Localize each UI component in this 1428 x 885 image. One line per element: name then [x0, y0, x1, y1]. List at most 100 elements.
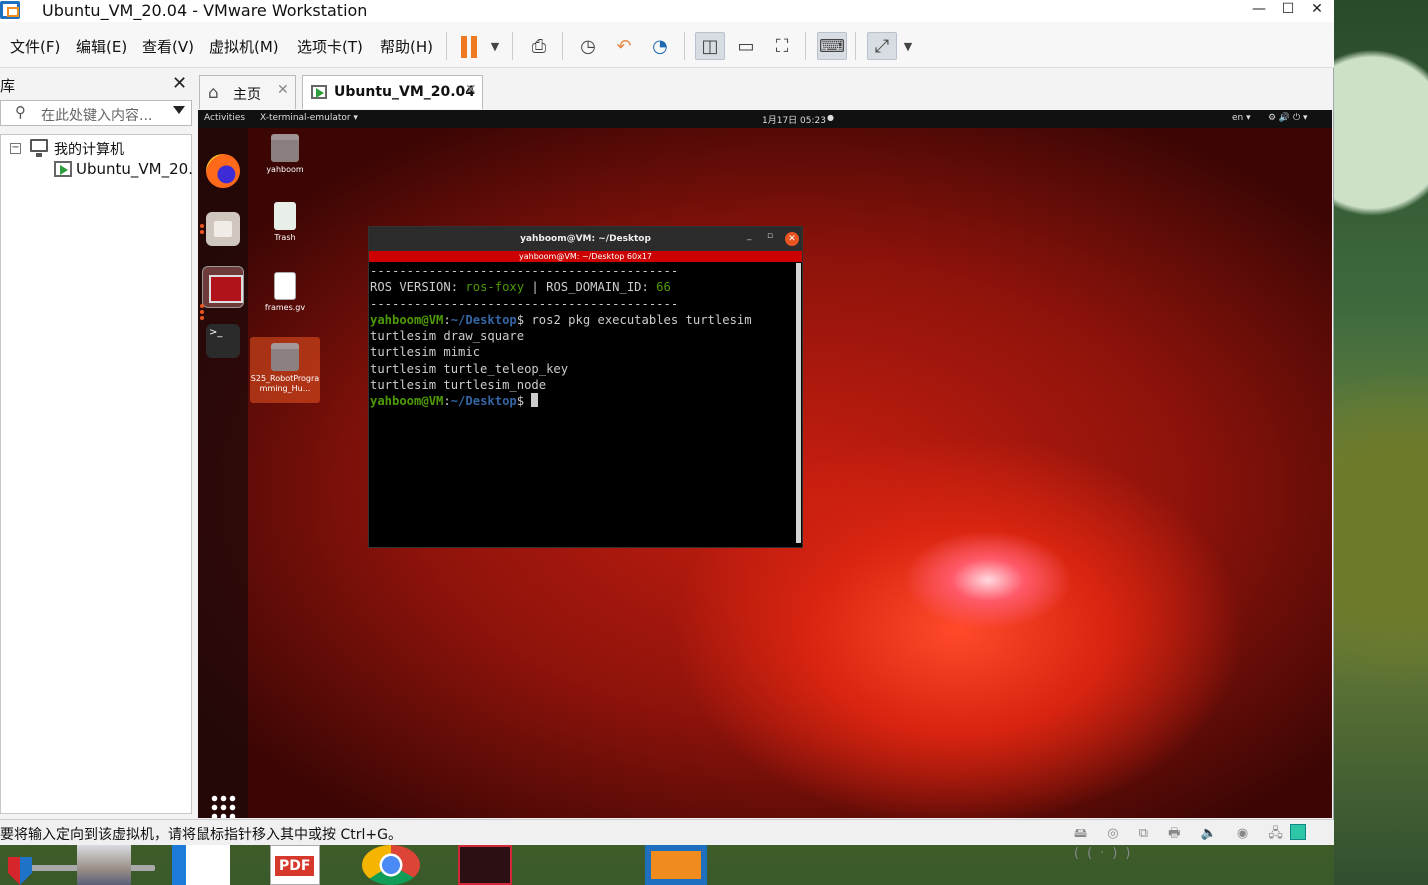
terminal-output[interactable]: ----------------------------------------… [370, 263, 795, 543]
show-applications-icon[interactable] [210, 794, 236, 818]
terminal-close-button[interactable]: ✕ [785, 232, 799, 246]
desktop-icon-home[interactable]: yahboom [255, 134, 315, 174]
photo-shortcut-icon[interactable] [77, 845, 131, 885]
folder-icon [271, 343, 299, 371]
desktop-icon-label: yahboom [266, 165, 304, 174]
host-desktop-background [1334, 0, 1428, 885]
terminal-line: yahboom@VM:~/Desktop$ [370, 393, 795, 409]
tab-home-label: 主页 [233, 87, 261, 103]
tree-item-vm[interactable]: Ubuntu_VM_20.04 [76, 160, 192, 178]
desktop-icon-robot-folder[interactable]: S25_RobotProgramming_Hu... [250, 337, 320, 403]
desktop-icon-trash[interactable]: Trash [255, 202, 315, 242]
running-indicator [200, 230, 204, 234]
firefox-icon[interactable] [206, 154, 240, 188]
tree-collapse-toggle[interactable]: − [10, 143, 21, 154]
terminal-line: ----------------------------------------… [370, 296, 679, 311]
terminal-line: turtlesim draw_square [370, 329, 525, 344]
home-icon: ⌂ [208, 83, 219, 103]
computer-icon [30, 139, 48, 157]
desktop-icon-label: S25_RobotProgramming_Hu... [250, 374, 320, 393]
system-tray[interactable]: ⚙ 🔊 ⏻ ▾ [1268, 113, 1308, 123]
vmware-logo-icon [0, 1, 20, 19]
terminal-line: turtlesim turtle_teleop_key [370, 361, 569, 376]
library-close-button[interactable]: ✕ [172, 73, 187, 94]
window-title: Ubuntu_VM_20.04 - VMware Workstation [42, 1, 368, 20]
toolbar-separator [855, 32, 856, 60]
menubar: 文件(F) 编辑(E) 查看(V) 虚拟机(M) 选项卡(T) 帮助(H) ▼ … [0, 22, 1334, 68]
tab-vm[interactable]: Ubuntu_VM_20.04 ✕ [302, 75, 483, 109]
menu-tabs[interactable]: 选项卡(T) [297, 36, 363, 57]
vmware-taskbar-icon[interactable] [645, 845, 707, 885]
power-dropdown-icon[interactable]: ▼ [480, 32, 510, 60]
tab-home-close[interactable]: ✕ [277, 82, 289, 98]
snapshot-manager-icon[interactable]: ◔ [645, 32, 675, 60]
running-indicator [200, 224, 204, 228]
desktop-icon-frames[interactable]: frames.gv [255, 272, 315, 312]
toolbar-separator [805, 32, 806, 60]
activities-button[interactable]: Activities [204, 113, 245, 123]
library-title: 库 [0, 77, 16, 95]
terminal-command: ros2 pkg executables turtlesim [531, 312, 752, 327]
close-button[interactable]: ✕ [1302, 0, 1332, 20]
toolbar-separator [684, 32, 685, 60]
terminal-line: turtlesim turtlesim_node [370, 378, 547, 393]
desktop-icon-label: frames.gv [264, 303, 306, 312]
revert-snapshot-icon[interactable]: ↶ [609, 32, 639, 60]
xterm-icon[interactable] [202, 266, 244, 308]
menu-view[interactable]: 查看(V) [142, 36, 194, 57]
language-indicator[interactable]: en ▾ [1232, 113, 1251, 123]
terminal-icon[interactable]: >_ [206, 324, 240, 358]
terminal-scrollbar[interactable] [796, 263, 801, 543]
terminal-line: yahboom@VM:~/Desktop$ ros2 pkg executabl… [370, 312, 752, 327]
desktop-icon-label: Trash [274, 233, 296, 242]
fullscreen-icon[interactable]: ⛶ [767, 32, 797, 60]
files-icon[interactable] [206, 212, 240, 246]
trash-icon [274, 202, 296, 230]
maximize-button[interactable]: ☐ [1273, 0, 1303, 20]
notification-dot-icon: ● [827, 113, 834, 122]
library-search-input[interactable]: ⚲ 在此处键入内容... [0, 100, 192, 126]
console-view-icon[interactable]: ⌨ [817, 32, 847, 60]
terminal-line: ROS VERSION: ros-foxy | ROS_DOMAIN_ID: 6… [370, 280, 671, 295]
tab-home[interactable]: ⌂ 主页 ✕ [199, 75, 296, 109]
ubuntu-dock: >_ [198, 128, 248, 818]
pdf-shortcut-icon[interactable]: PDF [270, 845, 320, 885]
security-shield-icon[interactable] [8, 857, 32, 885]
tree-item-my-computer[interactable]: 我的计算机 [54, 139, 124, 159]
stretch-dropdown-icon[interactable]: ▼ [893, 32, 923, 60]
document-shortcut-icon[interactable] [172, 845, 230, 885]
app-shortcut-icon[interactable] [458, 845, 512, 885]
thumbnail-bar-icon[interactable]: ▭ [731, 32, 761, 60]
menu-help[interactable]: 帮助(H) [380, 36, 433, 57]
menu-file[interactable]: 文件(F) [10, 36, 60, 57]
search-placeholder: 在此处键入内容... [41, 108, 153, 124]
tab-vm-close[interactable]: ✕ [465, 82, 477, 98]
guest-screen[interactable]: Activities X-terminal-emulator ▾ 1月17日 0… [198, 110, 1332, 818]
terminal-minimize-button[interactable]: _ [747, 231, 752, 241]
library-tree: − 我的计算机 Ubuntu_VM_20.04 [0, 134, 192, 871]
terminal-title: yahboom@VM: ~/Desktop [369, 227, 802, 251]
home-folder-icon [271, 134, 299, 162]
chrome-icon[interactable] [362, 845, 420, 885]
minimize-button[interactable]: — [1244, 0, 1274, 20]
ros-domain-id-value: 66 [656, 280, 671, 295]
show-library-icon[interactable]: ◫ [695, 32, 725, 60]
library-panel: 库 ✕ ⚲ 在此处键入内容... − 我的计算机 Ubuntu_VM_20.04 [0, 70, 194, 871]
app-menu[interactable]: X-terminal-emulator ▾ [260, 113, 358, 123]
send-ctrl-alt-del-icon[interactable]: ⎙ [524, 32, 554, 60]
vmware-window: Ubuntu_VM_20.04 - VMware Workstation — ☐… [0, 0, 1334, 871]
menu-edit[interactable]: 编辑(E) [76, 36, 127, 57]
search-dropdown-icon[interactable] [173, 106, 185, 114]
terminal-window[interactable]: yahboom@VM: ~/Desktop _ ▫ ✕ yahboom@VM: … [368, 226, 803, 548]
menu-vm[interactable]: 虚拟机(M) [209, 36, 279, 57]
snapshot-icon[interactable]: ◷ [573, 32, 603, 60]
host-taskbar: PDF [0, 845, 1428, 885]
terminal-maximize-button[interactable]: ▫ [767, 231, 773, 241]
title-bar: Ubuntu_VM_20.04 - VMware Workstation — ☐… [0, 0, 1334, 22]
pause-icon[interactable] [461, 36, 479, 58]
terminal-cursor [531, 393, 539, 408]
notes-icon[interactable] [1290, 824, 1306, 840]
running-indicator [200, 316, 204, 320]
clock[interactable]: 1月17日 05:23 [762, 113, 826, 126]
search-icon: ⚲ [15, 103, 26, 121]
